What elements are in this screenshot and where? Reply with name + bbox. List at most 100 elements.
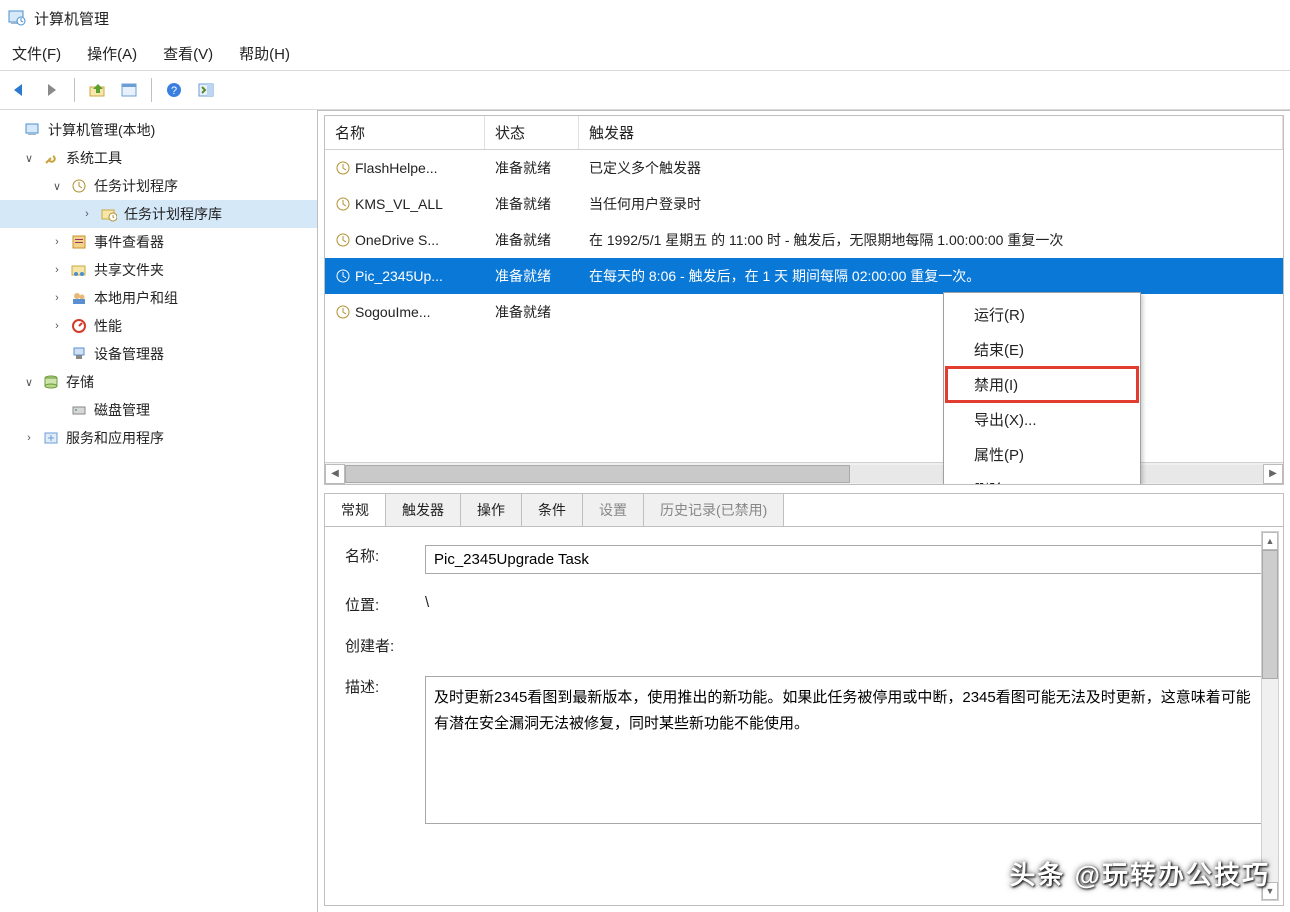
tab-settings[interactable]: 设置 (583, 494, 644, 526)
task-row[interactable]: KMS_VL_ALL 准备就绪当任何用户登录时 (325, 186, 1283, 222)
label-location: 位置: (345, 594, 409, 615)
value-location: \ (425, 594, 429, 611)
label-name: 名称: (345, 545, 409, 566)
task-name: KMS_VL_ALL (355, 196, 443, 212)
tree-task-scheduler-library[interactable]: › 任务计划程序库 (0, 200, 317, 228)
vertical-scrollbar[interactable]: ▲ ▼ (1261, 531, 1279, 901)
expand-icon[interactable]: ∨ (50, 180, 64, 193)
help-button[interactable]: ? (160, 76, 188, 104)
scroll-up-icon[interactable]: ▲ (1262, 532, 1278, 550)
action-pane-button[interactable] (192, 76, 220, 104)
menu-action[interactable]: 操作(A) (87, 43, 137, 64)
tree-pane[interactable]: 计算机管理(本地) ∨ 系统工具 ∨ 任务计划程序 › 任务计划程序库 › 事件… (0, 110, 318, 912)
clock-icon (335, 196, 351, 212)
col-status[interactable]: 状态 (485, 116, 579, 149)
node-label: 本地用户和组 (94, 288, 178, 308)
tree-device-manager[interactable]: 设备管理器 (0, 340, 317, 368)
tree-root[interactable]: 计算机管理(本地) (0, 116, 317, 144)
task-status: 准备就绪 (485, 190, 579, 218)
menu-help[interactable]: 帮助(H) (239, 43, 290, 64)
ctx-delete[interactable]: 删除(D) (946, 472, 1138, 485)
tab-triggers[interactable]: 触发器 (386, 494, 461, 526)
expand-icon[interactable]: › (22, 432, 36, 444)
tree-services[interactable]: › 服务和应用程序 (0, 424, 317, 452)
scrollbar-thumb[interactable] (345, 465, 850, 483)
forward-button[interactable] (38, 76, 66, 104)
toolbar-separator (74, 78, 75, 102)
watermark: 头条 @玩转办公技巧 (1009, 855, 1270, 892)
task-row[interactable]: OneDrive S... 准备就绪在 1992/5/1 星期五 的 11:00 … (325, 222, 1283, 258)
ctx-end[interactable]: 结束(E) (946, 332, 1138, 367)
expand-icon[interactable]: › (80, 208, 94, 220)
tab-conditions[interactable]: 条件 (522, 494, 583, 526)
task-status: 准备就绪 (485, 298, 579, 326)
task-name: SogouIme... (355, 304, 431, 320)
textarea-description[interactable] (425, 676, 1263, 824)
task-row[interactable]: Pic_2345Up...准备就绪在每天的 8:06 - 触发后，在 1 天 期… (325, 258, 1283, 294)
app-icon (8, 9, 26, 27)
clock-icon (335, 268, 351, 284)
task-trigger (579, 308, 1283, 316)
folder-clock-icon (100, 205, 118, 223)
input-name[interactable] (425, 545, 1263, 574)
ctx-disable[interactable]: 禁用(I) (946, 367, 1138, 402)
ctx-run[interactable]: 运行(R) (946, 297, 1138, 332)
clock-icon (70, 177, 88, 195)
ctx-properties[interactable]: 属性(P) (946, 437, 1138, 472)
tree-shared-folders[interactable]: › 共享文件夹 (0, 256, 317, 284)
task-trigger: 在 1992/5/1 星期五 的 11:00 时 - 触发后，无限期地每隔 1.… (579, 226, 1283, 254)
node-label: 事件查看器 (94, 232, 164, 252)
tools-icon (42, 149, 60, 167)
tree-local-users[interactable]: › 本地用户和组 (0, 284, 317, 312)
task-trigger: 在每天的 8:06 - 触发后，在 1 天 期间每隔 02:00:00 重复一次… (579, 262, 1283, 290)
tree-system-tools[interactable]: ∨ 系统工具 (0, 144, 317, 172)
toolbar: ? (0, 70, 1290, 110)
toolbar-separator (151, 78, 152, 102)
tree-performance[interactable]: › 性能 (0, 312, 317, 340)
menu-bar: 文件(F) 操作(A) 查看(V) 帮助(H) (0, 36, 1290, 70)
expand-icon[interactable]: ∨ (22, 152, 36, 165)
scrollbar-thumb[interactable] (1262, 550, 1278, 679)
list-header: 名称 状态 触发器 (325, 116, 1283, 150)
expand-icon[interactable]: › (50, 236, 64, 248)
menu-view[interactable]: 查看(V) (163, 43, 213, 64)
task-list: 名称 状态 触发器 FlashHelpe...准备就绪已定义多个触发器KMS_V… (324, 115, 1284, 485)
scroll-left-icon[interactable]: ◀ (325, 464, 345, 484)
expand-icon[interactable]: ∨ (22, 376, 36, 389)
ctx-export[interactable]: 导出(X)... (946, 402, 1138, 437)
window-title: 计算机管理 (34, 8, 109, 29)
node-label: 任务计划程序库 (124, 204, 222, 224)
task-status: 准备就绪 (485, 154, 579, 182)
expand-icon[interactable]: › (50, 264, 64, 276)
back-button[interactable] (6, 76, 34, 104)
tab-history[interactable]: 历史记录(已禁用) (644, 494, 784, 526)
task-row[interactable]: FlashHelpe... 准备就绪已定义多个触发器 (325, 150, 1283, 186)
scroll-right-icon[interactable]: ▶ (1263, 464, 1283, 484)
tree-event-viewer[interactable]: › 事件查看器 (0, 228, 317, 256)
shared-folder-icon (70, 261, 88, 279)
node-label: 服务和应用程序 (66, 428, 164, 448)
task-status: 准备就绪 (485, 226, 579, 254)
detail-tabs: 常规 触发器 操作 条件 设置 历史记录(已禁用) (324, 493, 1284, 526)
col-name[interactable]: 名称 (325, 116, 485, 149)
col-trigger[interactable]: 触发器 (579, 116, 1283, 149)
clock-icon (335, 160, 351, 176)
task-trigger: 当任何用户登录时 (579, 190, 1283, 218)
tab-actions[interactable]: 操作 (461, 494, 522, 526)
expand-icon[interactable]: › (50, 292, 64, 304)
tree-disk-management[interactable]: 磁盘管理 (0, 396, 317, 424)
menu-file[interactable]: 文件(F) (12, 43, 61, 64)
task-trigger: 已定义多个触发器 (579, 154, 1283, 182)
tree-task-scheduler[interactable]: ∨ 任务计划程序 (0, 172, 317, 200)
task-name: OneDrive S... (355, 232, 439, 248)
up-button[interactable] (83, 76, 111, 104)
performance-icon (70, 317, 88, 335)
right-pane: 名称 状态 触发器 FlashHelpe...准备就绪已定义多个触发器KMS_V… (318, 110, 1290, 912)
tree-storage[interactable]: ∨ 存储 (0, 368, 317, 396)
tab-general[interactable]: 常规 (325, 494, 386, 526)
label-creator: 创建者: (345, 635, 409, 656)
disk-icon (70, 401, 88, 419)
properties-button[interactable] (115, 76, 143, 104)
task-name: FlashHelpe... (355, 160, 437, 176)
expand-icon[interactable]: › (50, 320, 64, 332)
